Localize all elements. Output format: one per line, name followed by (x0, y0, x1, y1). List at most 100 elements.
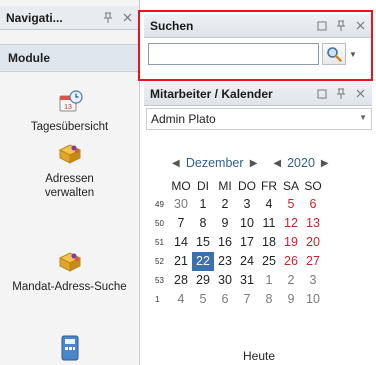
calendar-day[interactable]: 11 (258, 214, 280, 233)
calendar-day[interactable]: 28 (170, 271, 192, 290)
employee-select-value: Admin Plato (151, 112, 216, 126)
close-icon[interactable] (353, 87, 367, 101)
calendar-day[interactable]: 13 (302, 214, 324, 233)
mandate-address-icon (58, 252, 81, 272)
search-highlight-frame (138, 10, 373, 81)
calendar-day[interactable]: 17 (236, 233, 258, 252)
calendar-day[interactable]: 8 (192, 214, 214, 233)
calendar-day[interactable]: 10 (236, 214, 258, 233)
calendar-clock-icon: 13 (59, 90, 83, 112)
calendar-day[interactable]: 1 (258, 271, 280, 290)
nav-item-mandat-adress-suche[interactable]: Mandat-Adress-Suche (0, 248, 139, 294)
navigation-pane-header: Navigati... (0, 6, 139, 30)
svg-text:13: 13 (64, 104, 72, 111)
pin-icon[interactable] (334, 87, 348, 101)
calendar-day[interactable]: 4 (258, 195, 280, 214)
week-number: 52 (155, 257, 164, 266)
nav-item-calculator[interactable] (0, 334, 139, 362)
calendar-day[interactable]: 26 (280, 252, 302, 271)
calculator-icon (61, 335, 78, 361)
nav-item-label: Adressen verwalten (44, 173, 95, 199)
today-button[interactable]: Heute (142, 349, 376, 363)
previous-month-button[interactable]: ◀ (168, 158, 184, 169)
calendar-day[interactable]: 6 (214, 290, 236, 309)
calendar-day[interactable]: 5 (280, 195, 302, 214)
month-calendar-grid: MO DI MI DO FR SA SO 49 30 1 2 3 4 5 6 50 7 8 9 10 11 12 13 51 1… (150, 176, 324, 309)
calendar-day[interactable]: 7 (170, 214, 192, 233)
calendar-day[interactable]: 19 (280, 233, 302, 252)
calendar-day[interactable]: 1 (192, 195, 214, 214)
calendar-day[interactable]: 30 (170, 195, 192, 214)
calendar-pane-header: Mitarbeiter / Kalender (144, 82, 372, 106)
month-year-navigator: ◀ Dezember ▶ ◀ 2020 ▶ (142, 154, 376, 172)
calendar-day[interactable]: 31 (236, 271, 258, 290)
calendar-day[interactable]: 16 (214, 233, 236, 252)
maximize-icon[interactable] (315, 87, 329, 101)
calendar-day[interactable]: 29 (192, 271, 214, 290)
calendar-day[interactable]: 23 (214, 252, 236, 271)
nav-item-label: Mandat-Adress-Suche (12, 281, 127, 293)
week-number: 50 (155, 219, 164, 228)
navigation-pane-title: Navigati... (6, 10, 63, 25)
calendar-day[interactable]: 4 (170, 290, 192, 309)
calendar-day[interactable]: 15 (192, 233, 214, 252)
year-label[interactable]: 2020 (285, 156, 317, 170)
week-number: 49 (155, 200, 164, 209)
calendar-day[interactable]: 18 (258, 233, 280, 252)
calendar-day[interactable]: 5 (192, 290, 214, 309)
calendar-week-row: 51 14 15 16 17 18 19 20 (150, 233, 324, 252)
calendar-day[interactable]: 25 (258, 252, 280, 271)
calendar-day[interactable]: 6 (302, 195, 324, 214)
calendar-week-row: 50 7 8 9 10 11 12 13 (150, 214, 324, 233)
calendar-day[interactable]: 9 (280, 290, 302, 309)
employee-select[interactable]: Admin Plato ▼ (146, 108, 372, 130)
calendar-pane-title: Mitarbeiter / Kalender (150, 86, 273, 101)
module-section-header[interactable]: Module (0, 44, 139, 72)
week-number: 51 (155, 238, 164, 247)
calendar-day-selected[interactable]: 22 (192, 252, 214, 271)
calendar-day[interactable]: 14 (170, 233, 192, 252)
weekday-header: SO (304, 178, 322, 193)
close-icon[interactable] (120, 11, 134, 25)
calendar-day[interactable]: 8 (258, 290, 280, 309)
weekday-header: MO (171, 178, 191, 193)
calendar-day[interactable]: 24 (236, 252, 258, 271)
calendar-day[interactable]: 7 (236, 290, 258, 309)
calendar-day[interactable]: 9 (214, 214, 236, 233)
week-number: 53 (155, 276, 164, 285)
week-number: 1 (155, 295, 160, 304)
right-panes: Suchen ▼ Mitarbeiter / Kalender Admin Pl… (138, 0, 376, 365)
calendar-day[interactable]: 27 (302, 252, 324, 271)
weekday-header-row: MO DI MI DO FR SA SO (150, 176, 324, 195)
nav-item-tagesuebersicht[interactable]: 13 Tagesübersicht (0, 88, 139, 134)
calendar-week-row: 53 28 29 30 31 1 2 3 (150, 271, 324, 290)
calendar-pane: Mitarbeiter / Kalender Admin Plato ▼ ◀ D… (142, 82, 376, 365)
pin-icon[interactable] (101, 11, 115, 25)
calendar-day[interactable]: 10 (302, 290, 324, 309)
calendar-week-row: 1 4 5 6 7 8 9 10 (150, 290, 324, 309)
previous-year-button[interactable]: ◀ (269, 158, 285, 169)
weekday-header: DO (238, 178, 256, 193)
search-pane: Suchen ▼ (138, 0, 376, 81)
calendar-day[interactable]: 12 (280, 214, 302, 233)
weekday-header: FR (261, 178, 277, 193)
month-label[interactable]: Dezember (184, 156, 246, 170)
calendar-day[interactable]: 3 (236, 195, 258, 214)
calendar-day[interactable]: 20 (302, 233, 324, 252)
calendar-day[interactable]: 2 (214, 195, 236, 214)
weekday-header: DI (197, 178, 209, 193)
calendar-week-row: 52 21 22 23 24 25 26 27 (150, 252, 324, 271)
calendar-day[interactable]: 3 (302, 271, 324, 290)
weekday-header: MI (218, 178, 232, 193)
nav-item-label: Tagesübersicht (30, 121, 109, 133)
calendar-day[interactable]: 30 (214, 271, 236, 290)
next-month-button[interactable]: ▶ (246, 158, 262, 169)
chevron-down-icon: ▼ (359, 113, 367, 122)
calendar-day[interactable]: 2 (280, 271, 302, 290)
weekday-header: SA (282, 178, 299, 193)
next-year-button[interactable]: ▶ (317, 158, 333, 169)
calendar-week-row: 49 30 1 2 3 4 5 6 (150, 195, 324, 214)
navigation-pane: Navigati... Module 13 Tagesübersicht Adr… (0, 0, 140, 365)
calendar-day[interactable]: 21 (170, 252, 192, 271)
nav-item-adressen-verwalten[interactable]: Adressen verwalten (0, 140, 139, 200)
